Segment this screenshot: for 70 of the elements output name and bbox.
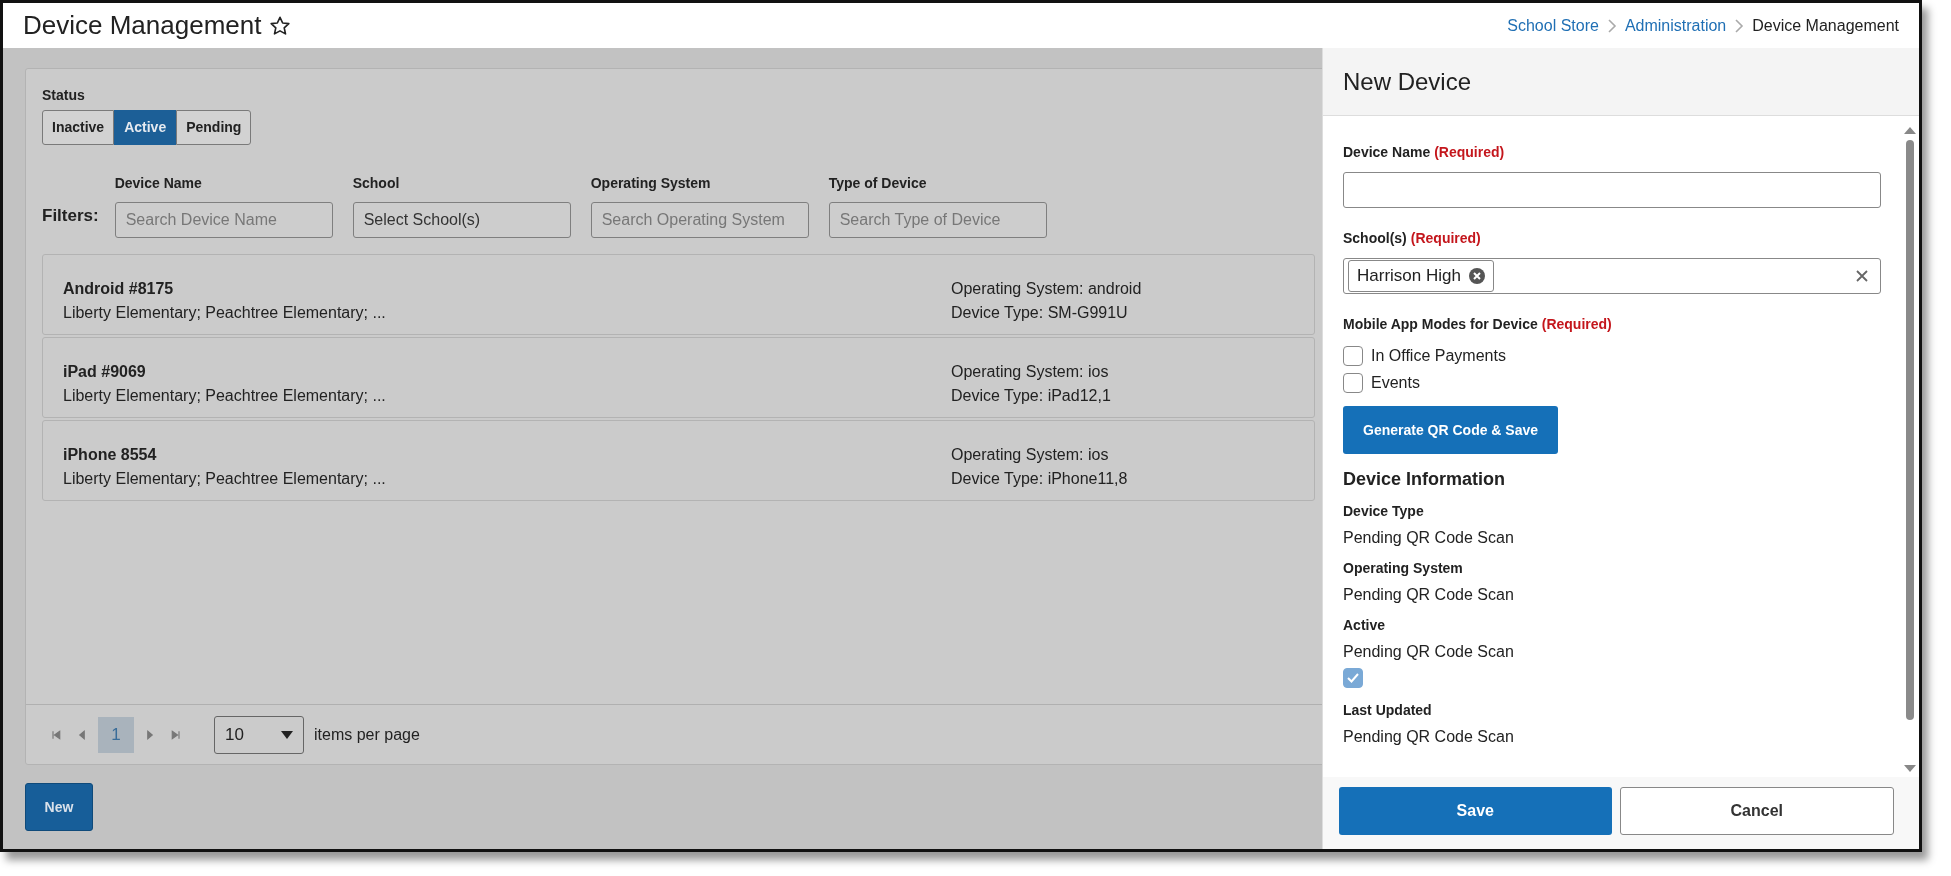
- device-schools: Liberty Elementary; Peachtree Elementary; ...: [63, 303, 387, 323]
- generate-button[interactable]: Generate QR Code & Save: [1343, 406, 1559, 454]
- status-tab[interactable]: Inactive: [42, 110, 115, 145]
- breadcrumb-current: Device Management: [1752, 15, 1899, 36]
- info-label: Active: [1343, 616, 1387, 635]
- device-name: iPhone 8554: [63, 445, 158, 465]
- device-name: Android #8175: [63, 279, 175, 299]
- chevron-icon: [1606, 18, 1617, 33]
- cancel-button[interactable]: Cancel: [1619, 787, 1894, 835]
- device-row[interactable]: Android #8175 Liberty Elementary; Peachtree Elementary; ... Operating System: android Device Type: SM-G991U: [42, 254, 1315, 335]
- info-value: Pending QR Code Scan: [1343, 528, 1515, 548]
- device-os: Operating System: ios: [951, 362, 1110, 382]
- info-value: Pending QR Code Scan: [1343, 642, 1515, 662]
- field-label: School(s): [1343, 230, 1407, 246]
- items-per-page-label: items per page: [314, 724, 420, 745]
- device-row[interactable]: iPhone 8554 Liberty Elementary; Peachtree Elementary; ... Operating System: ios Device Type: iPhone11,8: [42, 420, 1315, 501]
- field-label: Mobile App Modes for Device: [1343, 316, 1538, 332]
- info-label: Device Type: [1343, 502, 1425, 521]
- checkbox-label: In Office Payments: [1371, 346, 1506, 366]
- page-size-select[interactable]: 10: [214, 715, 304, 754]
- filters-label: Filters:: [42, 204, 99, 227]
- device-os: Operating System: android: [951, 279, 1142, 299]
- status-label: Status: [42, 86, 86, 105]
- device-schools: Liberty Elementary; Peachtree Elementary; ...: [63, 386, 387, 406]
- device-row[interactable]: iPad #9069 Liberty Elementary; Peachtree Elementary; ... Operating System: ios Device Type: iPad12,1: [42, 337, 1315, 418]
- device-type: Device Type: iPhone11,8: [951, 469, 1128, 489]
- school-tag: Harrison High: [1348, 260, 1494, 292]
- filter-field[interactable]: Search Operating System: [590, 202, 809, 238]
- remove-icon[interactable]: [1468, 268, 1485, 284]
- required-mark: (Required): [1410, 230, 1481, 246]
- filter-field[interactable]: Search Type of Device: [828, 202, 1047, 238]
- checkbox-label: Events: [1371, 373, 1420, 393]
- checkbox[interactable]: [1343, 373, 1363, 393]
- chevron-icon: [1734, 18, 1745, 33]
- device-type: Device Type: iPad12,1: [951, 386, 1111, 406]
- breadcrumb-link[interactable]: School Store: [1507, 13, 1599, 38]
- filter-label: School: [352, 174, 401, 193]
- checkbox[interactable]: [1343, 346, 1363, 366]
- schools-field[interactable]: Harrison High: [1343, 258, 1881, 294]
- device-schools: Liberty Elementary; Peachtree Elementary; ...: [63, 469, 387, 489]
- breadcrumb-link[interactable]: Administration: [1624, 13, 1727, 38]
- info-value: Pending QR Code Scan: [1343, 585, 1515, 605]
- filter-label: Operating System: [590, 174, 712, 193]
- section-title: Device Information: [1343, 468, 1507, 491]
- status-tab[interactable]: Pending: [176, 110, 252, 145]
- panel-title: New Device: [1323, 48, 1919, 116]
- field-label: Device Name: [1343, 144, 1431, 160]
- device-os: Operating System: ios: [951, 445, 1110, 465]
- info-label: Operating System: [1343, 559, 1464, 578]
- filter-field[interactable]: Search Device Name: [114, 202, 333, 238]
- status-tab[interactable]: Active: [114, 110, 177, 145]
- caret-icon: [281, 730, 293, 739]
- device-name-field[interactable]: [1343, 172, 1881, 208]
- new-button[interactable]: New: [25, 783, 93, 831]
- star-icon[interactable]: [269, 14, 292, 37]
- filter-label: Device Name: [114, 174, 203, 193]
- filter-field[interactable]: Select School(s): [352, 202, 571, 238]
- scroll-down-icon[interactable]: [1904, 765, 1916, 773]
- scroll-up-icon[interactable]: [1904, 126, 1916, 134]
- device-name: iPad #9069: [63, 362, 147, 382]
- required-mark: (Required): [1434, 144, 1505, 160]
- filter-label: Type of Device: [828, 174, 928, 193]
- info-value: Pending QR Code Scan: [1343, 727, 1515, 747]
- save-button[interactable]: Save: [1339, 787, 1612, 835]
- page-title: Device Management: [23, 9, 262, 42]
- device-type: Device Type: SM-G991U: [951, 303, 1129, 323]
- info-label: Last Updated: [1343, 701, 1433, 720]
- scrollbar-thumb[interactable]: [1906, 140, 1914, 720]
- clear-icon[interactable]: [1856, 270, 1868, 282]
- required-mark: (Required): [1541, 316, 1612, 332]
